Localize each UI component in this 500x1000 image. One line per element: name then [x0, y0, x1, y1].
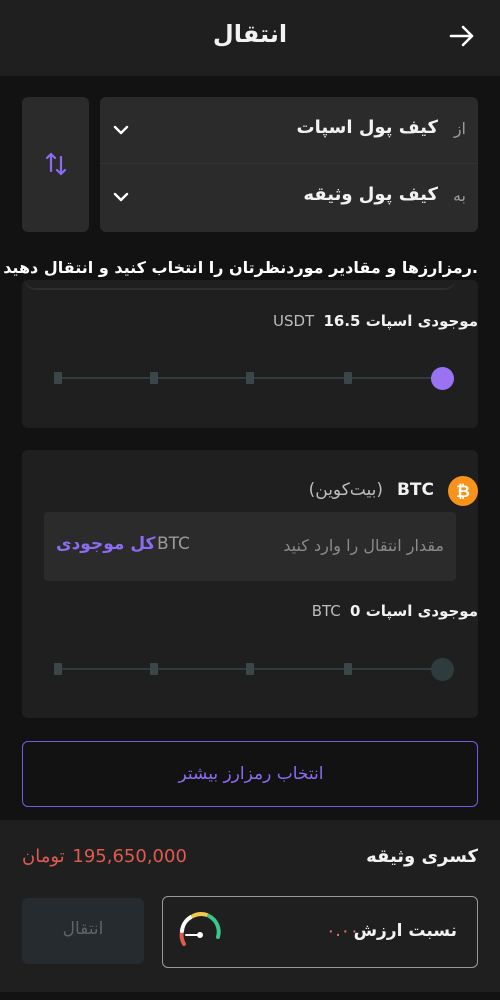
usdt-input-edge [24, 276, 456, 290]
to-wallet-select[interactable]: به کیف پول وثیقه [100, 164, 478, 231]
to-prefix: به [452, 186, 466, 205]
collateral-amount: 195,650,000 [72, 846, 187, 867]
bottom-edge [0, 992, 500, 1000]
transfer-button-label: انتقال [62, 919, 104, 939]
slider-mark-25[interactable] [150, 372, 158, 384]
btc-amount-placeholder: مقدار انتقال را وارد کنید [283, 536, 444, 555]
to-wallet-name: کیف پول وثیقه [303, 184, 438, 205]
btc-input-currency: BTC [157, 534, 190, 554]
slider-mark-0[interactable] [54, 663, 62, 675]
swap-vertical-icon [45, 152, 67, 176]
btc-balance: موجودی اسپات 0 BTC [312, 602, 478, 620]
value-ratio-label: نسبت ارزش [353, 921, 457, 941]
slider-knob[interactable] [430, 367, 454, 390]
slider-knob[interactable] [430, 658, 454, 681]
usdt-balance-label: موجودی اسپات [365, 312, 478, 330]
btc-amount-input[interactable]: مقدار انتقال را وارد کنید BTC کل موجودی [44, 512, 456, 581]
collateral-deficit-label: کسری وثیقه [366, 846, 478, 867]
from-wallet-name: کیف پول اسپات [296, 117, 438, 138]
slider-mark-50[interactable] [246, 372, 254, 384]
btc-balance-label: موجودی اسپات [365, 602, 478, 620]
value-ratio-box: ۰.۰۰ نسبت ارزش [162, 896, 478, 968]
select-more-coins-button[interactable]: انتخاب رمزارز بیشتر [22, 741, 478, 807]
slider-mark-50[interactable] [246, 663, 254, 675]
swap-wallets-button[interactable] [22, 97, 89, 232]
chevron-down-icon [113, 125, 129, 135]
select-more-coins-label: انتخاب رمزارز بیشتر [178, 764, 324, 784]
transfer-button[interactable]: انتقال [22, 898, 144, 964]
btc-coin-header: ₿ BTC (بیت‌کوین) [228, 476, 478, 506]
usdt-asset-card [22, 280, 478, 428]
top-header: انتقال [0, 0, 500, 76]
usdt-balance: موجودی اسپات 16.5 USDT [273, 312, 478, 330]
usdt-amount-slider[interactable] [54, 363, 454, 393]
usdt-balance-currency: USDT [273, 312, 315, 330]
from-wallet-select[interactable]: از کیف پول اسپات [100, 97, 478, 164]
all-balance-button[interactable]: کل موجودی [56, 534, 155, 554]
collateral-unit: تومان [22, 846, 65, 867]
svg-text:₿: ₿ [456, 482, 470, 502]
usdt-balance-amount: 16.5 [323, 312, 361, 330]
slider-mark-75[interactable] [344, 663, 352, 675]
slider-mark-75[interactable] [344, 372, 352, 384]
btc-balance-currency: BTC [311, 602, 341, 620]
page-title: انتقال [212, 20, 288, 48]
gauge-icon [179, 912, 221, 946]
wallet-selector: از کیف پول اسپات به کیف پول وثیقه [100, 97, 478, 232]
btc-name: (بیت‌کوین) [308, 480, 383, 500]
btc-symbol: BTC [396, 480, 434, 500]
footer-panel: کسری وثیقه 195,650,000 تومان انتقال ۰.۰۰… [0, 820, 500, 992]
slider-mark-0[interactable] [54, 372, 62, 384]
from-prefix: از [453, 119, 466, 138]
arrow-right-icon[interactable] [448, 22, 476, 50]
chevron-down-icon [113, 192, 129, 202]
btc-amount-slider[interactable] [54, 654, 454, 684]
btc-balance-amount: 0 [350, 602, 361, 620]
bitcoin-icon: ₿ [448, 476, 478, 506]
slider-mark-25[interactable] [150, 663, 158, 675]
instruction-text: رمزارزها و مقادیر موردنظرتان را انتخاب ک… [3, 258, 478, 277]
collateral-deficit-value: 195,650,000 تومان [22, 846, 187, 867]
